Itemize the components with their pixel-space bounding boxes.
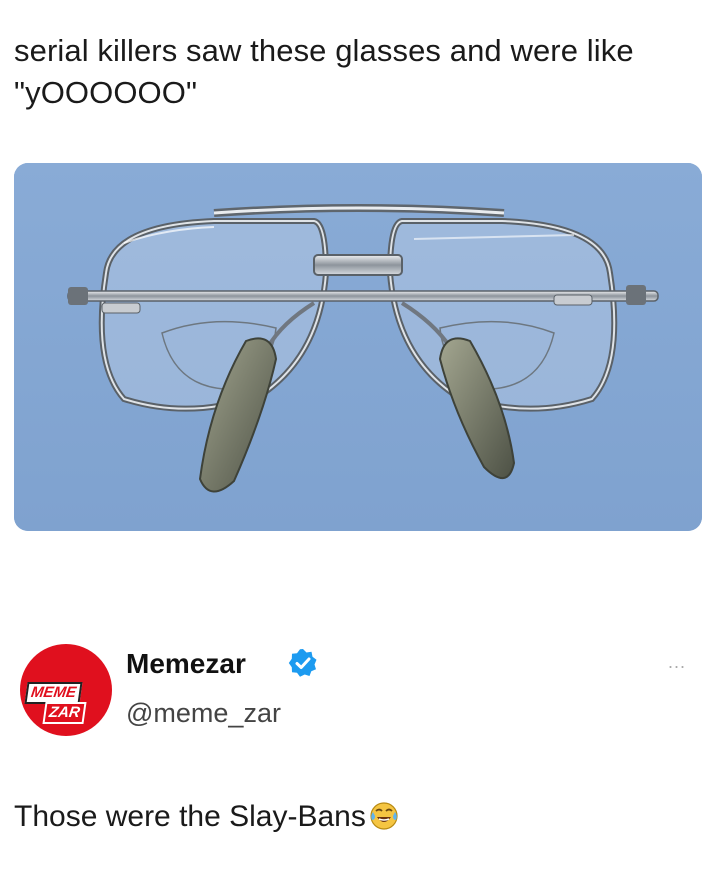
- crying-laughing-emoji-icon: [370, 802, 398, 830]
- tweet-text-row: Those were the Slay-Bans: [14, 800, 400, 834]
- author-name[interactable]: Memezar: [126, 648, 246, 680]
- author-handle[interactable]: @meme_zar: [126, 698, 281, 729]
- tweet-text: Those were the Slay-Bans: [14, 800, 366, 833]
- more-options-icon[interactable]: ...: [668, 652, 686, 673]
- author-row: MEME ZAR Memezar @meme_zar ...: [20, 634, 710, 744]
- avatar[interactable]: MEME ZAR: [20, 644, 112, 736]
- avatar-logo-meme: MEME: [24, 682, 83, 704]
- verified-badge-icon: [288, 649, 317, 677]
- meme-caption: serial killers saw these glasses and wer…: [14, 33, 634, 110]
- eyeglasses-image: [14, 163, 702, 531]
- avatar-logo-zar: ZAR: [42, 702, 87, 724]
- glasses-photo: [14, 163, 702, 531]
